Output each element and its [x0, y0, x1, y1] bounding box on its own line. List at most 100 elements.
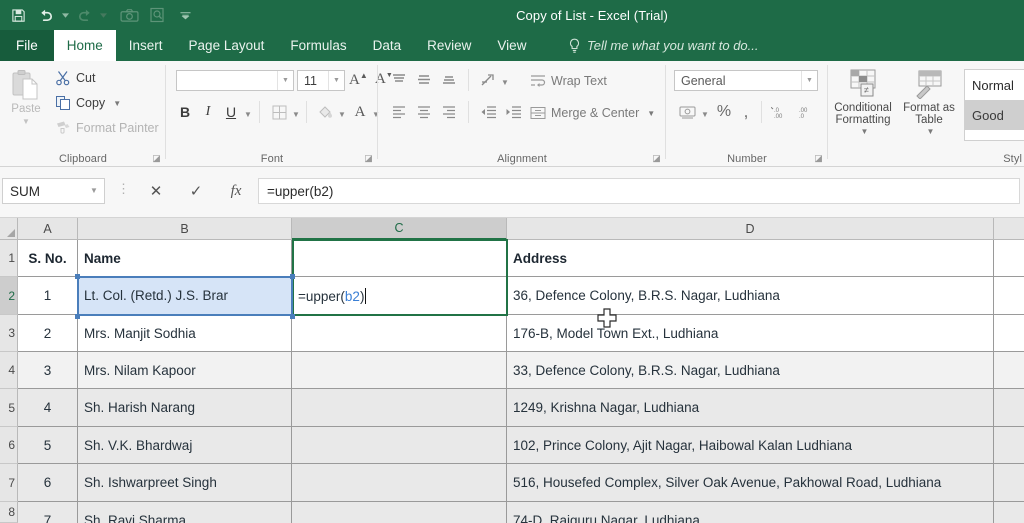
- number-dialog-launcher[interactable]: ◪: [813, 153, 824, 164]
- name-box-dropdown-icon[interactable]: ▼: [84, 179, 104, 203]
- decrease-indent-button[interactable]: [477, 101, 499, 123]
- font-size-input[interactable]: 11 ▼: [297, 70, 345, 91]
- fill-color-button[interactable]: [314, 101, 336, 123]
- font-dialog-launcher[interactable]: ◪: [363, 153, 374, 164]
- cell-e8[interactable]: [994, 502, 1024, 523]
- cell-b7[interactable]: Sh. Ishwarpreet Singh: [78, 464, 292, 502]
- decrease-decimal-button[interactable]: .0.00: [769, 101, 793, 123]
- align-top-button[interactable]: [388, 69, 410, 91]
- paste-dropdown-icon[interactable]: ▼: [22, 117, 30, 126]
- redo-icon[interactable]: [70, 2, 98, 28]
- increase-decimal-button[interactable]: .00.0: [794, 101, 818, 123]
- cut-button[interactable]: Cut: [55, 68, 95, 88]
- percent-style-button[interactable]: %: [714, 101, 734, 123]
- tab-data[interactable]: Data: [360, 30, 415, 61]
- align-left-button[interactable]: [388, 101, 410, 123]
- paste-button[interactable]: Paste ▼: [4, 65, 48, 143]
- column-header-c[interactable]: C: [292, 218, 507, 240]
- column-header-a[interactable]: A: [18, 218, 78, 240]
- row-header-8[interactable]: 8: [0, 502, 18, 523]
- cell-b6[interactable]: Sh. V.K. Bhardwaj: [78, 427, 292, 464]
- accounting-format-button[interactable]: [676, 101, 698, 123]
- tab-formulas[interactable]: Formulas: [277, 30, 359, 61]
- accounting-dropdown-icon[interactable]: ▼: [699, 103, 711, 125]
- format-as-table-dropdown-icon[interactable]: ▼: [927, 126, 935, 138]
- cell-style-normal[interactable]: Normal: [965, 70, 1024, 100]
- cell-b1[interactable]: Name: [78, 240, 292, 277]
- tab-view[interactable]: View: [484, 30, 539, 61]
- comma-style-button[interactable]: ,: [736, 101, 756, 123]
- cell-a2[interactable]: 1: [18, 277, 78, 315]
- cell-d4[interactable]: 33, Defence Colony, B.R.S. Nagar, Ludhia…: [507, 352, 994, 389]
- number-format-dropdown-icon[interactable]: ▼: [801, 71, 817, 90]
- font-name-dropdown-icon[interactable]: ▼: [277, 71, 293, 90]
- cell-c8[interactable]: [292, 502, 507, 523]
- orientation-button[interactable]: [477, 69, 499, 91]
- cell-e1[interactable]: [994, 240, 1024, 277]
- cell-d8[interactable]: 74-D, Rajguru Nagar, Ludhiana: [507, 502, 994, 523]
- customize-quick-access-icon[interactable]: [171, 2, 199, 28]
- row-header-3[interactable]: 3: [0, 315, 18, 352]
- undo-dropdown-icon[interactable]: [60, 2, 70, 28]
- cell-a3[interactable]: 2: [18, 315, 78, 352]
- cell-c3[interactable]: [292, 315, 507, 352]
- cell-b8[interactable]: Sh. Ravi Sharma: [78, 502, 292, 523]
- cell-e5[interactable]: [994, 389, 1024, 427]
- increase-indent-button[interactable]: [502, 101, 524, 123]
- font-name-input[interactable]: ▼: [176, 70, 294, 91]
- merge-center-dropdown-icon[interactable]: ▼: [647, 109, 655, 118]
- fill-color-dropdown-icon[interactable]: ▼: [336, 103, 348, 125]
- cell-c4[interactable]: [292, 352, 507, 389]
- cell-d7[interactable]: 516, Housefed Complex, Silver Oak Avenue…: [507, 464, 994, 502]
- tab-page-layout[interactable]: Page Layout: [176, 30, 278, 61]
- conditional-formatting-button[interactable]: ≠ Conditional Formatting ▼: [834, 65, 892, 145]
- align-center-button[interactable]: [413, 101, 435, 123]
- cell-a4[interactable]: 3: [18, 352, 78, 389]
- row-header-5[interactable]: 5: [0, 389, 18, 427]
- underline-button[interactable]: U: [221, 101, 241, 123]
- row-header-6[interactable]: 6: [0, 427, 18, 464]
- italic-button[interactable]: I: [198, 101, 218, 123]
- cell-b4[interactable]: Mrs. Nilam Kapoor: [78, 352, 292, 389]
- column-header-e[interactable]: [994, 218, 1024, 240]
- row-header-7[interactable]: 7: [0, 464, 18, 502]
- merge-center-button[interactable]: Merge & Center ▼: [530, 103, 655, 123]
- cell-a6[interactable]: 5: [18, 427, 78, 464]
- cell-a8[interactable]: 7: [18, 502, 78, 523]
- select-all-corner[interactable]: [0, 218, 18, 240]
- font-size-dropdown-icon[interactable]: ▼: [328, 71, 344, 90]
- grow-font-button[interactable]: A▲: [349, 71, 368, 89]
- redo-dropdown-icon[interactable]: [98, 2, 108, 28]
- print-preview-icon[interactable]: [143, 2, 171, 28]
- cell-a1[interactable]: S. No.: [18, 240, 78, 277]
- cell-a5[interactable]: 4: [18, 389, 78, 427]
- cell-styles-gallery[interactable]: Normal Good: [964, 69, 1024, 141]
- cell-e6[interactable]: [994, 427, 1024, 464]
- reference-handle-bottom-right[interactable]: [290, 314, 295, 319]
- tab-home[interactable]: Home: [53, 30, 116, 61]
- formula-input[interactable]: =upper(b2): [258, 178, 1020, 204]
- conditional-formatting-dropdown-icon[interactable]: ▼: [861, 126, 869, 138]
- undo-icon[interactable]: [32, 2, 60, 28]
- bold-button[interactable]: B: [175, 101, 195, 123]
- underline-dropdown-icon[interactable]: ▼: [242, 103, 254, 125]
- column-header-d[interactable]: D: [507, 218, 994, 240]
- cell-b3[interactable]: Mrs. Manjit Sodhia: [78, 315, 292, 352]
- clipboard-dialog-launcher[interactable]: ◪: [151, 153, 162, 164]
- cell-b2[interactable]: Lt. Col. (Retd.) J.S. Brar: [78, 277, 292, 315]
- name-box[interactable]: SUM ▼: [2, 178, 105, 204]
- cell-c7[interactable]: [292, 464, 507, 502]
- cell-d2[interactable]: 36, Defence Colony, B.R.S. Nagar, Ludhia…: [507, 277, 994, 315]
- reference-handle-top-right[interactable]: [290, 274, 295, 279]
- row-header-1[interactable]: 1: [0, 240, 18, 277]
- tab-insert[interactable]: Insert: [116, 30, 176, 61]
- cell-d3[interactable]: 176-B, Model Town Ext., Ludhiana: [507, 315, 994, 352]
- column-header-b[interactable]: B: [78, 218, 292, 240]
- tell-me-box[interactable]: Tell me what you want to do...: [568, 30, 759, 61]
- number-format-select[interactable]: General ▼: [674, 70, 818, 91]
- align-right-button[interactable]: [438, 101, 460, 123]
- orientation-dropdown-icon[interactable]: ▼: [499, 71, 511, 93]
- alignment-dialog-launcher[interactable]: ◪: [651, 153, 662, 164]
- copy-dropdown-icon[interactable]: ▼: [113, 99, 121, 108]
- cell-d1[interactable]: Address: [507, 240, 994, 277]
